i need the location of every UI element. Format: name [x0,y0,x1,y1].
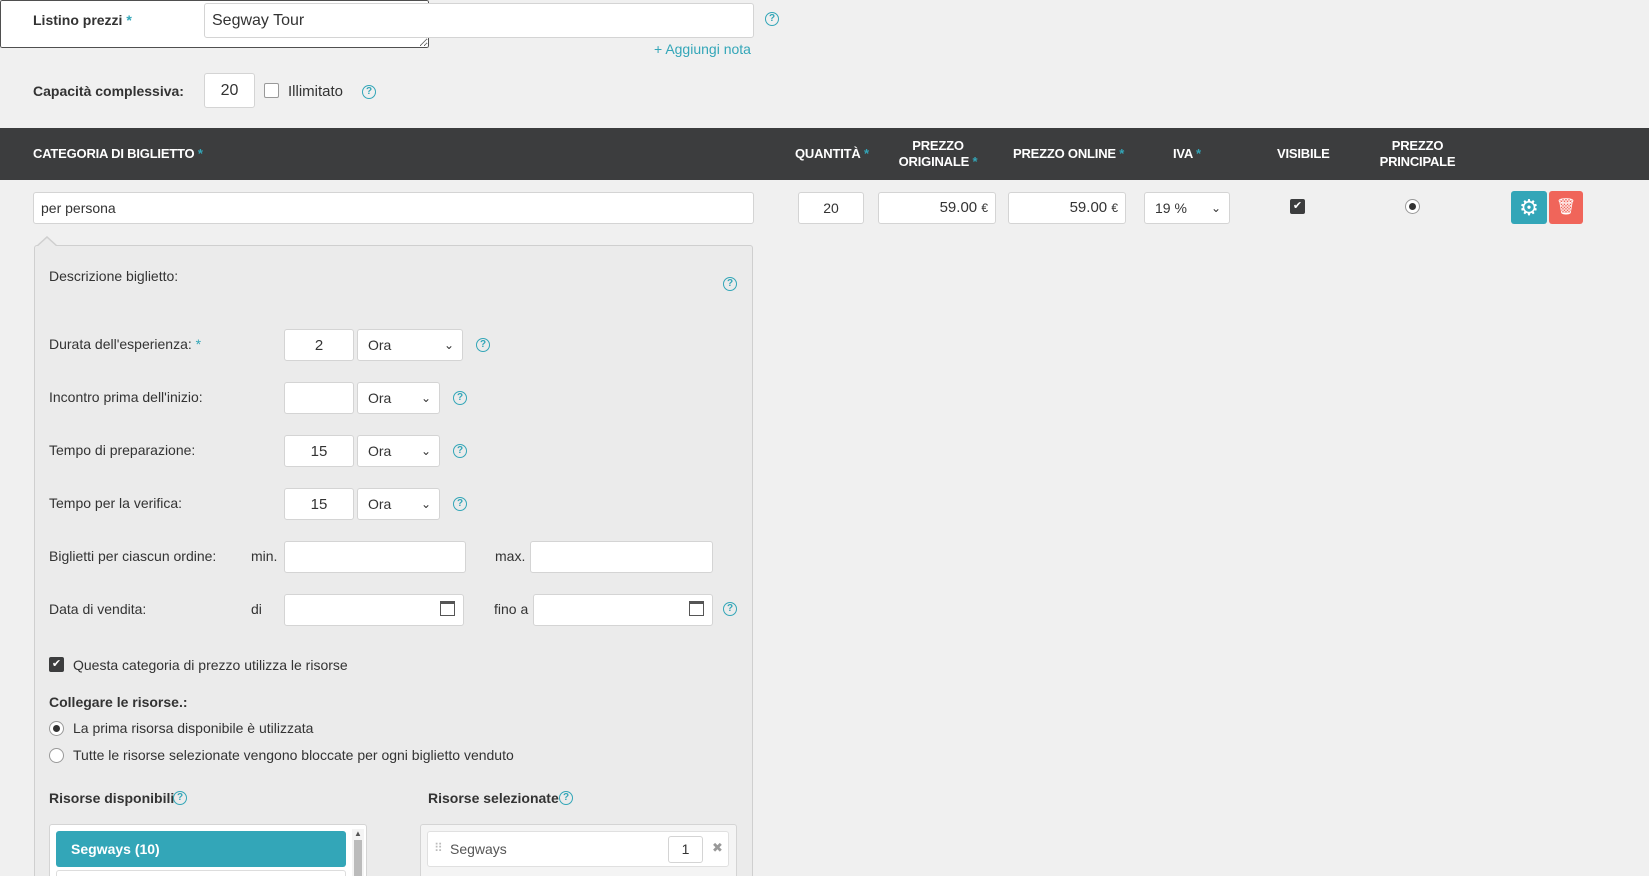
meeting-unit-select[interactable]: Ora ⌄ [357,382,440,414]
header-category: CATEGORIA DI BIGLIETTO * [33,146,203,161]
uses-resources-checkbox[interactable]: ✔ [49,657,64,672]
meeting-input[interactable] [284,382,354,414]
duration-input[interactable] [284,329,354,361]
trash-icon: 🗑 [1555,199,1577,216]
drag-handle-icon[interactable]: ⠿ [434,841,443,855]
chevron-down-icon: ⌄ [420,444,431,458]
gear-icon: ⚙ [1519,195,1539,220]
header-online-price: PREZZO ONLINE * [1013,146,1125,161]
sale-date-label: Data di vendita: [49,601,147,617]
listino-label: Listino prezzi * [33,12,132,28]
duration-unit-select[interactable]: Ora ⌄ [357,329,463,361]
max-input[interactable] [530,541,713,573]
chevron-down-icon: ⌄ [420,497,431,511]
header-original-price: PREZZO ORIGINALE * [898,138,978,169]
listino-input[interactable] [204,3,754,38]
panel-pointer-inner [37,238,57,247]
online-price-input[interactable]: 59.00 € [1008,192,1126,224]
vat-select[interactable]: 19 % ⌄ [1144,192,1230,224]
category-input[interactable] [33,192,754,224]
chevron-down-icon: ⌄ [443,338,454,352]
chevron-down-icon: ⌄ [420,391,431,405]
min-input[interactable] [284,541,466,573]
ticket-table-header: CATEGORIA DI BIGLIETTO * QUANTITÀ * PREZ… [0,128,1649,180]
unlimited-checkbox[interactable] [264,83,279,98]
description-label: Descrizione biglietto: [49,268,179,284]
date-from-input[interactable] [284,594,464,626]
capacity-label: Capacità complessiva: [33,83,184,99]
prep-input[interactable] [284,435,354,467]
header-main-price: PREZZO PRINCIPALE [1379,138,1456,169]
selected-resources-list[interactable]: ⠿ Segways 1 ✖ [420,824,737,876]
chevron-down-icon: ⌄ [1210,201,1221,215]
capacity-input[interactable] [204,73,255,108]
from-label: di [251,601,262,617]
meeting-help-icon[interactable]: ? [453,391,467,405]
visible-checkbox[interactable]: ✔ [1290,199,1305,214]
prep-label: Tempo di preparazione: [49,442,196,458]
unlimited-label: Illimitato [288,83,344,100]
check-unit-select[interactable]: Ora ⌄ [357,488,440,520]
remove-icon[interactable]: ✖ [712,840,723,856]
selected-resources-label: Risorse selezionate [428,790,559,806]
available-item[interactable]: Segways (10) [56,831,346,867]
main-price-radio[interactable] [1405,199,1420,214]
to-label: fino a [494,601,529,617]
original-price-input[interactable]: 59.00 € [878,192,996,224]
date-to-input[interactable] [533,594,713,626]
prep-unit-select[interactable]: Ora ⌄ [357,435,440,467]
check-label: Tempo per la verifica: [49,495,183,511]
duration-label: Durata dell'esperienza: * [49,336,202,352]
header-vat: IVA * [1173,146,1201,161]
selected-item[interactable]: ⠿ Segways 1 ✖ [427,831,729,867]
prep-help-icon[interactable]: ? [453,444,467,458]
calendar-icon[interactable] [689,601,704,616]
header-quantity: QUANTITÀ * [795,146,869,161]
scrollbar[interactable]: ▲ [352,829,364,876]
listino-help-icon[interactable]: ? [765,12,779,26]
selected-item-name: Segways [450,841,507,857]
sale-date-help-icon[interactable]: ? [723,602,737,616]
capacity-help-icon[interactable]: ? [362,85,376,99]
max-label: max. [495,548,526,564]
check-help-icon[interactable]: ? [453,497,467,511]
selected-help-icon[interactable]: ? [559,791,573,805]
available-resources-list[interactable]: Segways (10) ▲ [49,824,367,876]
available-help-icon[interactable]: ? [173,791,187,805]
quantity-input[interactable] [798,192,864,224]
duration-help-icon[interactable]: ? [476,338,490,352]
calendar-icon[interactable] [440,601,455,616]
header-visible: VISIBILE [1277,146,1330,161]
settings-button[interactable]: ⚙ [1511,191,1547,224]
connect-resources-label: Collegare le risorse.: [49,694,188,710]
radio-all-resources[interactable] [49,748,64,763]
description-help-icon[interactable]: ? [723,277,737,291]
uses-resources-label: Questa categoria di prezzo utilizza le r… [73,657,348,673]
check-input[interactable] [284,488,354,520]
selected-item-qty[interactable]: 1 [668,836,703,863]
plus-icon: + [654,41,663,57]
meeting-label: Incontro prima dell'inizio: [49,389,203,405]
add-note-link[interactable]: + Aggiungi nota [654,41,751,57]
tickets-per-order-label: Biglietti per ciascun ordine: [49,548,217,564]
radio-first-resource[interactable] [49,721,64,736]
available-resources-label: Risorse disponibili [49,790,175,806]
min-label: min. [251,548,278,564]
available-item-next[interactable] [56,870,346,876]
delete-button[interactable]: 🗑 [1549,191,1583,224]
radio-all-label: Tutte le risorse selezionate vengono blo… [73,747,514,763]
radio-first-label: La prima risorsa disponibile è utilizzat… [73,720,314,736]
